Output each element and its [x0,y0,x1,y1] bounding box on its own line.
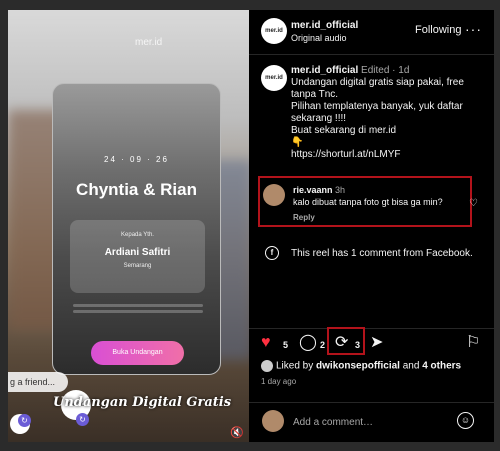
comment-count[interactable]: 2 [320,340,325,350]
repost-highlight [327,327,365,355]
author-username[interactable]: mer.id_official [291,20,358,31]
invitation-note [73,304,203,318]
comment-like-icon[interactable]: ♡ [469,198,478,209]
caption-line: Undangan digital gratis siap pakai, free… [291,77,464,100]
caption-link[interactable]: https://shorturl.at/nLMYF [291,149,487,161]
bookmark-icon[interactable]: ⚐ [466,334,480,352]
facebook-icon: f [265,246,279,260]
comment-highlight: rie.vaann 3h kalo dibuat tanpa foto gt b… [258,176,472,227]
caption: mer.id_official Edited · 1d Undangan dig… [291,65,487,161]
add-comment-bar: ☺ [249,402,494,442]
pointing-emoji: 👇 [291,137,304,148]
audio-link[interactable]: Original audio [291,33,347,43]
guest-name: Ardiani Safitri [104,247,171,258]
caption-line: Pilihan templatenya banyak, yuk daftar s… [291,101,463,124]
caption-avatar[interactable]: mer.id [261,65,287,91]
post-sidebar: mer.id mer.id_official Original audio Fo… [249,10,494,442]
comment-age: 3h [335,185,346,195]
comment-input[interactable] [293,414,443,430]
more-options-icon[interactable]: ··· [465,21,482,37]
liker-username[interactable]: dwikonsepofficial [316,361,400,372]
comment-text: kalo dibuat tanpa foto gt bisa ga min? [293,197,443,207]
liked-and: and [402,360,420,372]
invitation-names: Chyntia & Rian [76,180,197,199]
following-button[interactable]: Following [415,24,461,36]
caption-line: Buat sekarang di mer.id [291,125,397,136]
comment-icon[interactable]: ◯ [299,334,317,352]
like-count[interactable]: 5 [283,340,288,350]
repost-badge-icon: ↻ [76,413,89,426]
caption-username[interactable]: mer.id_official [291,65,358,76]
speaker-muted-icon[interactable]: 🔇 [228,424,246,442]
post-modal: mer.id 24 · 09 · 26 Chyntia & Rian Kepad… [0,0,500,451]
to-label: Kepada Yth. [121,232,154,238]
liker-avatar[interactable] [261,360,273,372]
like-icon[interactable]: ♥ [261,334,271,352]
author-avatar[interactable]: mer.id [261,18,287,44]
overlay-title: Undangan Digital Gratis [53,395,232,410]
invitation-date: 24 · 09 · 26 [104,155,169,164]
caption-age[interactable]: 1d [398,65,409,76]
liked-by: Liked by dwikonsepofficial and 4 others [261,360,491,372]
reply-button[interactable]: Reply [293,213,315,222]
invitation-card: 24 · 09 · 26 Chyntia & Rian Kepada Yth. … [52,83,221,375]
post-header: mer.id mer.id_official Original audio Fo… [249,10,494,55]
repost-badge-icon: ↻ [18,414,31,427]
guest-box: Kepada Yth. Ardiani Safitri Semarang [70,220,205,293]
commenter-avatar[interactable] [263,184,285,206]
share-icon[interactable]: ➤ [370,334,383,352]
commenter-username[interactable]: rie.vaann [293,185,333,195]
facebook-note: This reel has 1 comment from Facebook. [291,248,473,259]
reel-video[interactable]: mer.id 24 · 09 · 26 Chyntia & Rian Kepad… [8,10,249,442]
emoji-icon[interactable]: ☺ [457,412,474,429]
send-to-friend-bubble[interactable]: g a friend... [8,372,68,392]
edited-label: Edited [361,65,390,76]
comment-header: rie.vaann 3h [293,185,345,195]
brand-watermark: mer.id [135,37,163,48]
liked-prefix: Liked by [276,360,314,372]
post-time[interactable]: 1 day ago [261,377,296,386]
guest-city: Semarang [123,263,152,269]
current-user-avatar [262,410,284,432]
liked-others[interactable]: 4 others [422,361,461,372]
open-invitation-button: Buka Undangan [91,341,184,365]
action-bar: ♥ 5 ◯ 2 ⟳ 3 ➤ ⚐ [249,328,494,354]
